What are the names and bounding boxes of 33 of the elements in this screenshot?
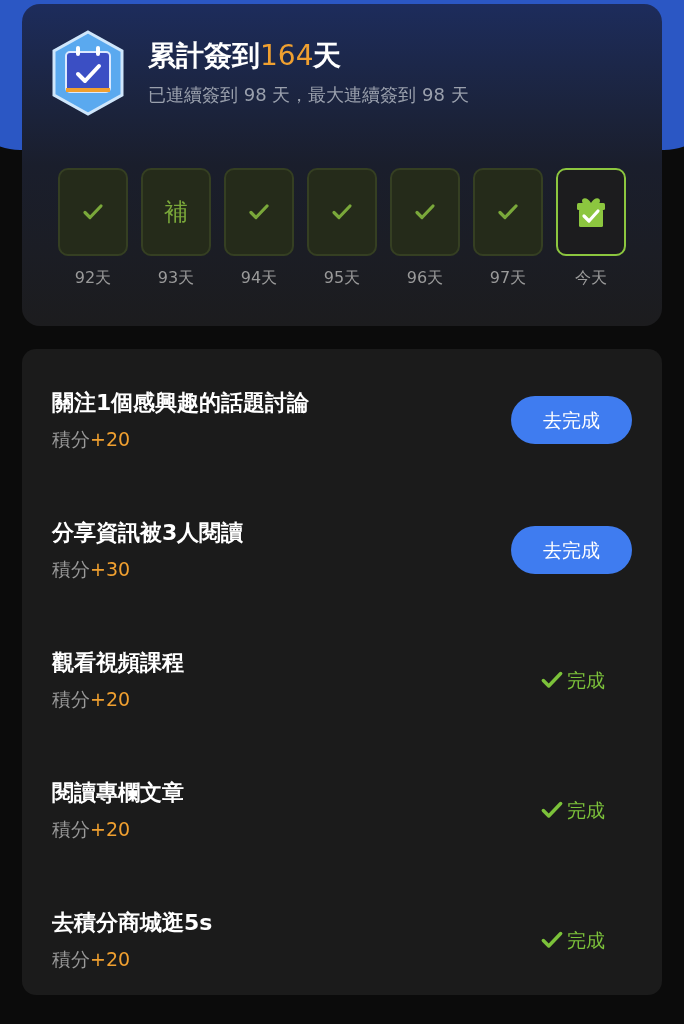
day-tile[interactable]	[390, 168, 460, 256]
day-tile[interactable]: 補	[141, 168, 211, 256]
day-tile[interactable]	[224, 168, 294, 256]
day-label: 今天	[575, 267, 607, 289]
day-tile[interactable]	[556, 168, 626, 256]
day-label: 94天	[240, 267, 278, 289]
day-label: 92天	[74, 267, 112, 289]
day-label: 95天	[323, 267, 361, 289]
task-points: 積分+20	[52, 687, 132, 713]
day-label: 96天	[406, 267, 444, 289]
task-title: 閱讀專欄文章	[52, 779, 184, 808]
go-complete-button[interactable]: 去完成	[511, 526, 632, 574]
makeup-mark: 補	[164, 197, 188, 228]
calendar-badge-icon	[50, 30, 126, 116]
completed-status: 完成	[566, 927, 605, 953]
day-tile[interactable]	[307, 168, 377, 256]
task-points: 積分+20	[52, 817, 132, 843]
day-tile[interactable]	[58, 168, 128, 256]
day-tile[interactable]	[473, 168, 543, 256]
streak-subtitle: 已連續簽到 98 天，最大連續簽到 98 天	[148, 83, 469, 107]
task-points: 積分+20	[52, 427, 132, 453]
task-points: 積分+30	[52, 557, 132, 583]
task-title: 關注1個感興趣的話題討論	[52, 389, 310, 418]
total-checkin-title: 累計簽到164天	[148, 38, 343, 73]
day-label: 93天	[157, 267, 195, 289]
day-label: 97天	[489, 267, 527, 289]
go-complete-button[interactable]: 去完成	[511, 396, 632, 444]
task-points: 積分+20	[52, 947, 132, 973]
completed-status: 完成	[566, 797, 605, 823]
completed-status: 完成	[566, 667, 605, 693]
task-title: 去積分商城逛5s	[52, 909, 213, 938]
task-title: 觀看視頻課程	[52, 649, 184, 678]
task-title: 分享資訊被3人閱讀	[52, 519, 244, 548]
